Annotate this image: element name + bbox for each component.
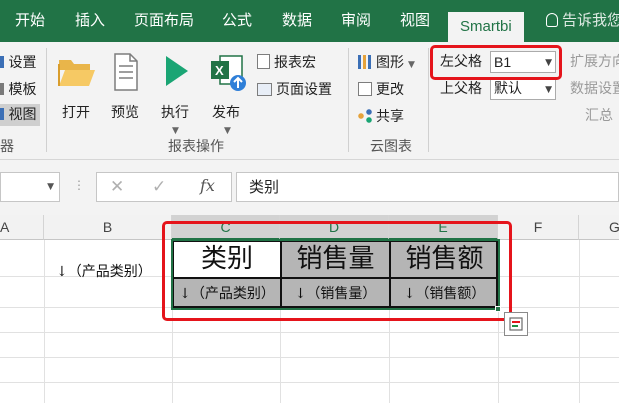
formula-input[interactable]: 类别 bbox=[236, 172, 619, 202]
top-parent-select[interactable]: 默认 ▼ bbox=[490, 78, 556, 100]
left-parent-highlight-box bbox=[430, 45, 562, 80]
cancel-icon[interactable]: ✕ bbox=[110, 178, 124, 196]
folder-open-icon bbox=[58, 60, 95, 86]
svg-text:X: X bbox=[215, 63, 224, 78]
quick-analysis-button[interactable] bbox=[504, 312, 528, 336]
name-box[interactable]: ▼ bbox=[0, 172, 60, 202]
template-icon bbox=[0, 83, 4, 95]
page-setup-button[interactable]: 页面设置 bbox=[257, 81, 332, 99]
settings-button[interactable]: 设置 bbox=[0, 54, 36, 72]
tell-me-search[interactable]: 告诉我您 bbox=[546, 8, 619, 32]
chevron-down-icon: ▼ bbox=[545, 85, 552, 95]
ribbon-tab-bar: 开始 插入 页面布局 公式 数据 审阅 视图 Smartbi 告诉我您 bbox=[0, 0, 619, 42]
preview-button[interactable]: 预览 bbox=[107, 52, 147, 132]
report-table-highlight-box bbox=[162, 221, 512, 321]
report-macro-button[interactable]: 报表宏 bbox=[257, 54, 316, 72]
chevron-down-icon: ▼ bbox=[47, 182, 54, 192]
chart-button[interactable]: 图形 ▼ bbox=[358, 54, 415, 74]
column-header-g[interactable]: G bbox=[579, 215, 619, 240]
worksheet[interactable]: A B C D E F G ↓（产品类别） 类别 销售量 销售额 ↓（产品类别） bbox=[0, 215, 619, 403]
column-header-b[interactable]: B bbox=[44, 215, 172, 240]
share-icon bbox=[358, 109, 372, 123]
page-setup-icon bbox=[257, 83, 272, 96]
tab-review[interactable]: 审阅 bbox=[341, 8, 371, 32]
open-button[interactable]: 打开 bbox=[56, 52, 98, 132]
play-icon bbox=[166, 56, 188, 86]
smartbi-ribbon: 设置 模板 视图 器 打开 预览 执行 ▼ X 发布 ▼ 报表宏 页面设置 报表… bbox=[0, 42, 619, 160]
publish-button[interactable]: X 发布 ▼ bbox=[208, 52, 252, 152]
formula-buttons: ✕ ✓ fx bbox=[96, 172, 232, 202]
tab-view[interactable]: 视图 bbox=[400, 8, 430, 32]
bar-chart-icon bbox=[358, 55, 372, 69]
lightbulb-icon bbox=[546, 13, 558, 27]
tab-formulas[interactable]: 公式 bbox=[222, 8, 252, 32]
view-icon bbox=[0, 108, 4, 120]
group-divider bbox=[428, 48, 429, 152]
drag-handle-icon[interactable]: ⋮ bbox=[73, 176, 85, 194]
gridline bbox=[0, 382, 619, 383]
document-preview-icon bbox=[114, 53, 138, 91]
template-button[interactable]: 模板 bbox=[0, 81, 36, 99]
top-parent-label: 上父格 bbox=[440, 81, 482, 97]
change-button[interactable]: 更改 bbox=[358, 81, 404, 99]
publish-dropdown-arrow-icon[interactable]: ▼ bbox=[224, 122, 231, 140]
tab-insert[interactable]: 插入 bbox=[75, 8, 105, 32]
change-chart-icon bbox=[358, 82, 372, 96]
settings-icon bbox=[0, 56, 4, 68]
quick-analysis-icon bbox=[509, 317, 523, 331]
group-label-partial: 器 bbox=[0, 139, 14, 155]
gridline bbox=[579, 240, 580, 403]
summary-label: 汇总 bbox=[585, 108, 613, 124]
column-header-a[interactable]: A bbox=[0, 215, 44, 240]
gridline bbox=[0, 357, 619, 358]
group-divider bbox=[46, 48, 47, 152]
group-label-cloud-chart: 云图表 bbox=[370, 139, 412, 155]
group-divider bbox=[348, 48, 349, 152]
tab-home[interactable]: 开始 bbox=[15, 8, 45, 32]
cell-b2[interactable]: ↓（产品类别） bbox=[56, 261, 152, 281]
tab-data[interactable]: 数据 bbox=[282, 8, 312, 32]
tab-page-layout[interactable]: 页面布局 bbox=[134, 8, 194, 32]
insert-function-icon[interactable]: fx bbox=[200, 177, 215, 195]
chart-dropdown-arrow-icon: ▼ bbox=[408, 60, 415, 70]
view-button[interactable]: 视图 bbox=[0, 104, 41, 126]
confirm-icon[interactable]: ✓ bbox=[152, 178, 166, 196]
excel-publish-icon: X bbox=[211, 55, 246, 91]
execute-button[interactable]: 执行 ▼ bbox=[158, 52, 198, 152]
group-label-report-ops: 报表操作 bbox=[168, 139, 224, 155]
gridline bbox=[44, 240, 45, 403]
formula-bar-area: ▼ ⋮ ✕ ✓ fx 类别 bbox=[0, 160, 619, 215]
expand-direction-label: 扩展方向 bbox=[570, 54, 619, 70]
data-settings-label: 数据设置 bbox=[570, 81, 619, 97]
share-button[interactable]: 共享 bbox=[358, 108, 404, 126]
tab-smartbi[interactable]: Smartbi bbox=[448, 12, 524, 42]
macro-icon bbox=[257, 54, 270, 69]
